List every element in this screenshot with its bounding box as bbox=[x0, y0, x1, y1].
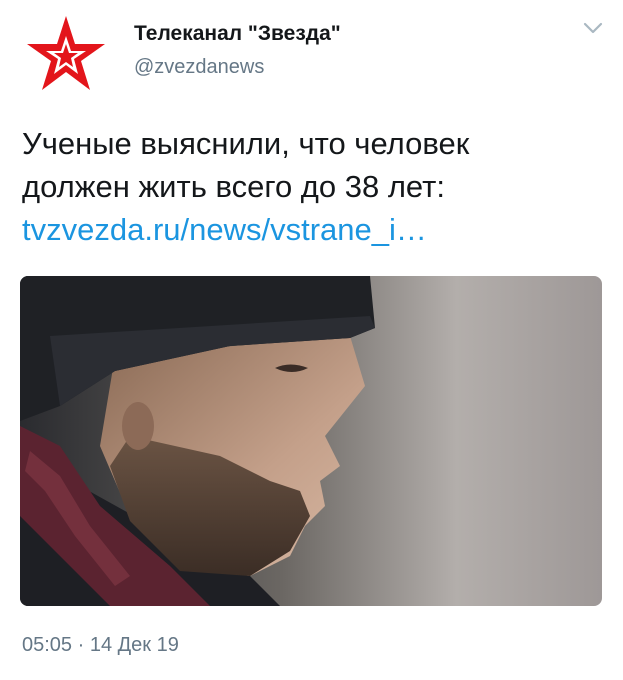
tweet-header: Телеканал "Звезда" @zvezdanews bbox=[0, 0, 623, 100]
tweet-text-line: должен жить всего до 38 лет: bbox=[22, 169, 445, 204]
tweet-text-line: Ученые выяснили, что человек bbox=[22, 126, 470, 161]
avatar[interactable] bbox=[26, 14, 106, 94]
chevron-down-icon[interactable] bbox=[582, 20, 604, 36]
tweet-link[interactable]: tvzvezda.ru/news/vstrane_i… bbox=[22, 212, 427, 247]
account-name[interactable]: Телеканал "Звезда" bbox=[134, 22, 341, 46]
tweet-text: Ученые выяснили, что человек должен жить… bbox=[22, 122, 602, 251]
account-handle[interactable]: @zvezdanews bbox=[134, 56, 264, 79]
zvezda-star-logo-icon bbox=[27, 16, 105, 90]
tweet-media-photo[interactable] bbox=[20, 276, 602, 606]
tweet-timestamp[interactable]: 05:05 · 14 Дек 19 bbox=[22, 634, 179, 657]
photo-bearded-man-icon bbox=[20, 276, 602, 606]
